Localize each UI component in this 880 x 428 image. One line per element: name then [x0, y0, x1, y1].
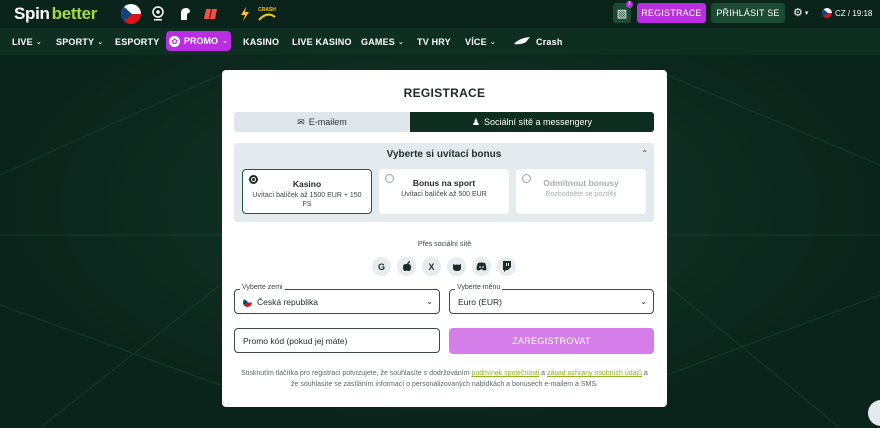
bonus-card-subtitle: Uvítací balíček až 1500 EUR + 150 FS	[252, 192, 362, 208]
gift-button[interactable]: ▧ 1	[613, 1, 633, 23]
terms-part: Stisknutím tlačítka pro registraci potvr…	[241, 370, 472, 377]
discord-icon[interactable]	[472, 257, 491, 276]
nav-item-live-kasino[interactable]: LIVE KASINO	[292, 28, 352, 55]
czech-flag-icon	[822, 8, 832, 18]
logo-spin: Spin	[14, 4, 50, 23]
terms-text: Stisknutím tlačítka pro registraci potvr…	[238, 368, 651, 390]
logo[interactable]: Spin better	[14, 4, 98, 23]
language-selector[interactable]: CZ / 19:18	[822, 8, 872, 18]
bonus-card-decline[interactable]: Odmítnout bonusy Rozhodněte se později	[516, 169, 646, 214]
nav-item-live[interactable]: LIVE ⌄	[12, 28, 42, 55]
modal-title: REGISTRACE	[403, 86, 486, 100]
nav-label: KASINO	[243, 36, 280, 47]
bonus-selector: Vyberte si uvítací bonus ⌃ Kasino Uvítac…	[234, 143, 654, 222]
nav-item-kasino[interactable]: KASINO	[243, 28, 279, 55]
nav-item-esporty[interactable]: ESPORTY	[115, 28, 159, 55]
chevron-down-icon: ⌄	[426, 297, 433, 306]
chevron-down-icon: ⌄	[398, 38, 405, 46]
social-buttons: G X	[372, 257, 516, 276]
nav-item-games[interactable]: GAMES ⌄	[361, 28, 404, 55]
tab-label: Sociální sítě a messengery	[484, 117, 593, 127]
social-label: Přes sociální sítě	[417, 241, 472, 248]
nav-item-tv-hry[interactable]: TV HRY	[417, 28, 451, 55]
main-nav: LIVE ⌄ SPORTY ⌄ ESPORTY ✿ PROMO ⌄ KASINO L…	[0, 28, 880, 55]
country-text: Česká republika	[257, 297, 318, 307]
nav-label: SPORTY	[56, 36, 95, 47]
chevron-down-icon: ⌄	[640, 297, 647, 306]
country-value: Česká republika	[243, 297, 318, 307]
nav-label: ESPORTY	[115, 36, 160, 47]
logo-better: better	[51, 4, 98, 23]
submit-register-button[interactable]: ZAREGISTROVAT	[449, 328, 654, 354]
google-glyph: G	[377, 261, 385, 272]
chevron-down-icon: ⌄	[489, 38, 496, 46]
bonus-card-title: Bonus na sport	[412, 178, 476, 188]
registration-modal: REGISTRACE ✉ E-mailem ♟ Sociální sítě a …	[222, 70, 667, 407]
bonus-card-kasino[interactable]: Kasino Uvítací balíček až 1500 EUR + 150…	[242, 169, 372, 214]
settings-button[interactable]: ⚙ ▾	[793, 6, 808, 19]
login-button[interactable]: PŘIHLÁSIT SE	[711, 3, 785, 23]
bonus-card-title: Kasino	[292, 179, 322, 189]
currency-value: Euro (EUR)	[458, 297, 502, 307]
nav-item-crash[interactable]: Crash	[513, 28, 563, 55]
nav-label: Crash	[536, 36, 563, 47]
tab-social[interactable]: ♟ Sociální sítě a messengery	[410, 112, 654, 132]
x-twitter-icon[interactable]: X	[422, 257, 441, 276]
tab-email[interactable]: ✉ E-mailem	[234, 112, 410, 132]
users-icon: ♟	[471, 116, 480, 127]
nav-label: GAMES	[361, 36, 396, 47]
chevron-down-icon: ⌄	[97, 38, 104, 46]
currency-label: Vyberte měnu	[455, 284, 503, 291]
gift-badge: 1	[626, 1, 633, 8]
top-header: Spin better CRASH ▧ 1 REGISTRACE PŘIHLÁS…	[0, 0, 880, 28]
czech-flag-icon	[243, 297, 252, 307]
gear-icon: ⚙	[793, 7, 803, 19]
crash-partner-icon: CRASH	[256, 4, 278, 24]
nav-item-promo[interactable]: ✿ PROMO ⌄	[166, 31, 231, 51]
bonus-card-title: Odmítnout bonusy	[543, 178, 619, 188]
chevron-up-icon[interactable]: ⌃	[641, 149, 648, 158]
language-time: CZ / 19:18	[835, 8, 873, 18]
nav-label: LIVE KASINO	[292, 36, 352, 47]
country-label: Vyberte zemi	[240, 284, 285, 291]
terms-part: a	[539, 370, 548, 377]
currency-select[interactable]: Vyberte měnu Euro (EUR) ⌄	[449, 284, 654, 314]
nav-label: TV HRY	[417, 36, 451, 47]
terms-link-privacy[interactable]: zásad ochrany osobních údajů	[547, 370, 642, 377]
bonus-title: Vyberte si uvítací bonus	[386, 149, 502, 160]
chevron-down-icon: ⌄	[222, 38, 228, 45]
lightning-icon	[240, 4, 250, 24]
crash-plane-icon	[513, 36, 531, 48]
bonus-card-sport[interactable]: Bonus na sport Uvítací balíček až 500 EU…	[379, 169, 509, 214]
premier-league-icon	[178, 4, 192, 24]
twitch-icon[interactable]	[497, 257, 516, 276]
nav-label: LIVE	[12, 36, 33, 47]
laliga-icon	[204, 4, 218, 24]
nav-item-vice[interactable]: VÍCE ⌄	[465, 28, 496, 55]
register-button[interactable]: REGISTRACE	[637, 3, 706, 23]
terms-link-conditions[interactable]: podmínek společnosti	[472, 370, 540, 377]
nav-label: PROMO	[184, 36, 219, 46]
tab-label: E-mailem	[308, 117, 347, 127]
envelope-icon: ✉	[297, 116, 305, 127]
nav-label: VÍCE	[465, 36, 487, 47]
chevron-down-icon: ▾	[804, 9, 809, 17]
nav-item-sporty[interactable]: SPORTY ⌄	[56, 28, 103, 55]
promo-icon: ✿	[169, 35, 181, 47]
country-select[interactable]: Vyberte zemi Česká republika ⌄	[234, 284, 440, 314]
bonus-card-subtitle: Rozhodněte se později	[545, 191, 617, 198]
registration-tabs: ✉ E-mailem ♟ Sociální sítě a messengery	[234, 112, 654, 132]
gift-icon: ▧	[616, 7, 628, 20]
bonus-card-subtitle: Uvítací balíček až 500 EUR	[401, 191, 487, 198]
apple-icon[interactable]	[397, 257, 416, 276]
google-icon[interactable]: G	[372, 257, 391, 276]
chevron-down-icon: ⌄	[35, 38, 42, 46]
github-icon[interactable]	[447, 257, 466, 276]
x-glyph: X	[428, 261, 435, 272]
champions-league-icon	[151, 4, 165, 24]
promo-code-input[interactable]	[234, 328, 440, 353]
czech-flag-icon	[121, 4, 141, 24]
